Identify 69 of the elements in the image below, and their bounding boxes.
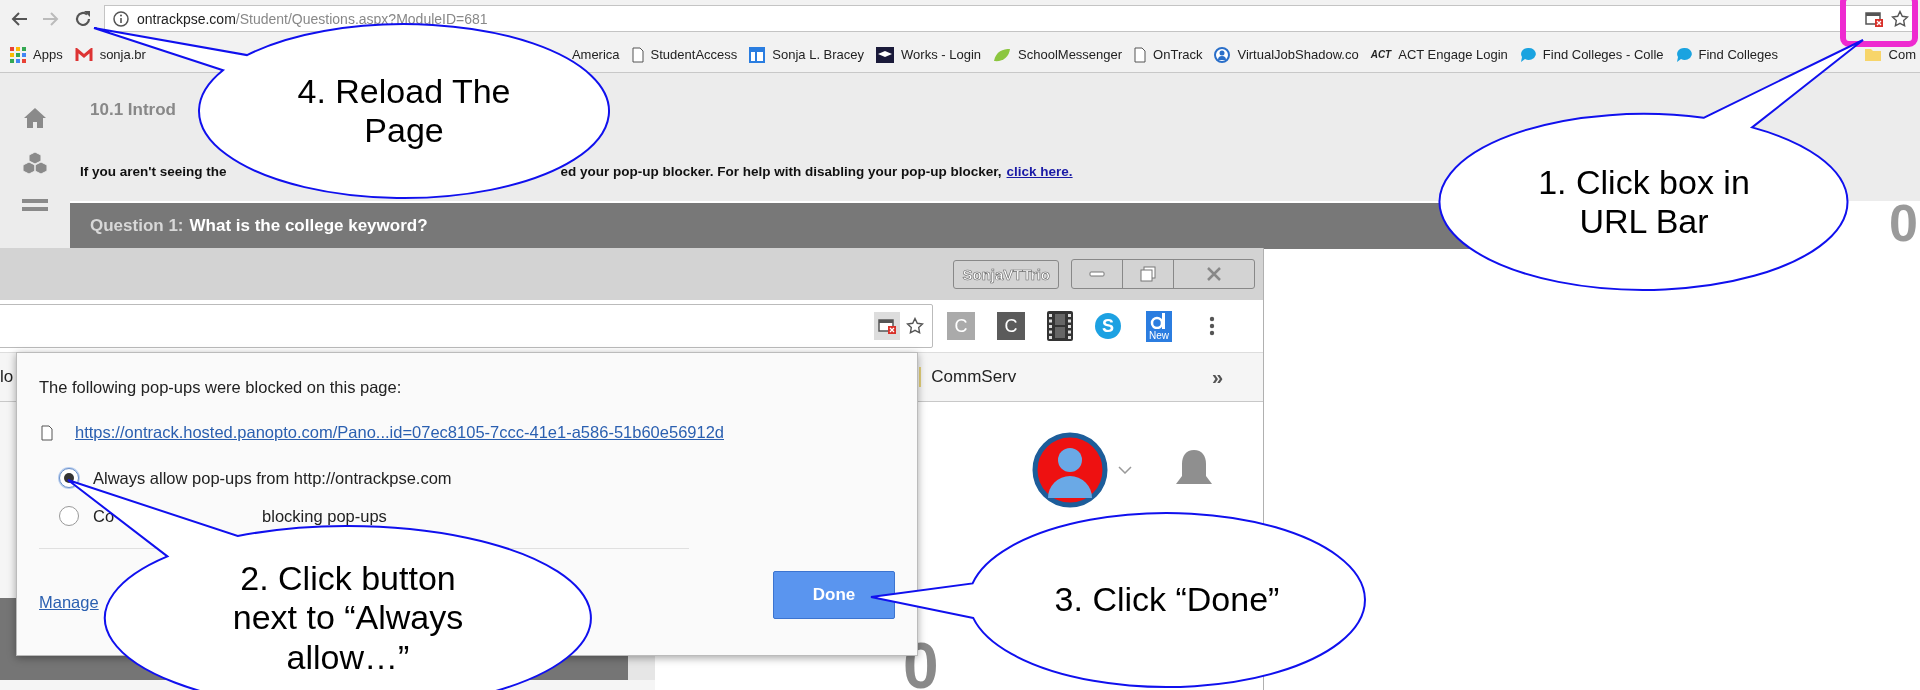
bookmark-link[interactable]: Apps [33, 47, 63, 62]
notice-text: ed your pop-up blocker. For help with disabling your pop-up blocker, [560, 164, 1002, 179]
callout-text: 1. Click box in URL Bar [1537, 162, 1751, 242]
mail-icon [74, 47, 93, 62]
help-link[interactable]: click here. [1006, 164, 1073, 179]
reload-icon [74, 9, 92, 28]
chat-bubble-icon [1675, 46, 1692, 63]
more-menu-icon [1209, 316, 1215, 336]
option-label: blocking pop-ups [262, 506, 387, 526]
window-icon [749, 46, 766, 63]
callout-text: 2. Click button next to “Always allow…” [231, 558, 465, 678]
window-controls[interactable] [1071, 259, 1255, 289]
bookmark-link[interactable]: SchoolMessenger [1018, 47, 1123, 62]
apps-grid-icon [10, 46, 26, 63]
document-icon [1134, 46, 1147, 63]
folder-icon [1863, 47, 1882, 62]
bookmark-link[interactable]: Works - Login [901, 47, 982, 62]
extension-logo-icon [1146, 310, 1172, 329]
bookmark-link[interactable]: America [571, 47, 620, 62]
radio-button[interactable] [59, 506, 79, 526]
more-bookmarks-button[interactable]: » [1211, 365, 1223, 389]
question-label: Question 1: [90, 216, 184, 236]
bookmark-link[interactable]: ACT Engage Login [1398, 47, 1508, 62]
extension-button[interactable]: C [997, 312, 1025, 340]
star-icon [1891, 9, 1909, 28]
chat-bubble-icon [1519, 46, 1536, 63]
popup-blocked-icon [1865, 10, 1883, 27]
bookmark-link[interactable]: Sonja L. Bracey [772, 47, 865, 62]
film-icon [1047, 311, 1073, 341]
bookmark-link[interactable]: VirtualJobShadow.co [1237, 47, 1359, 62]
score-number: 0 [1889, 197, 1918, 249]
leaf-icon [993, 47, 1012, 62]
avatar-icon [1032, 432, 1108, 508]
option-label: Co [93, 506, 115, 526]
profile-button[interactable]: SonjaVTTrio [953, 259, 1059, 289]
logo-text: ACT [1370, 49, 1392, 60]
person-circle-icon [1214, 46, 1231, 63]
bookmark-link[interactable]: Com [1888, 47, 1916, 62]
bookmark-link[interactable]: OnTrack [1153, 47, 1203, 62]
dialog-title: The following pop-ups were blocked on this page: [39, 378, 403, 397]
graduation-cap-icon [876, 46, 895, 63]
notice-text: If you aren't seeing the [80, 164, 227, 179]
manage-link[interactable]: Manage [39, 592, 99, 612]
blocked-popup-link[interactable]: https://ontrack.hosted.panopto.com/Pano...id=07ec8105-7ccc-41e1-a586-51b60e56912d [75, 423, 724, 442]
document-icon [631, 46, 644, 63]
callout-text: 3. Click “Done” [1053, 580, 1281, 620]
popup-blocked-icon [878, 318, 896, 334]
bookmark-link[interactable]: lo [0, 367, 14, 387]
bookmark-link[interactable]: Find Colleges - Colle [1542, 47, 1664, 62]
chevron-down-icon [1118, 466, 1132, 474]
lesson-heading: 10.1 Introd [90, 100, 177, 121]
question-text: What is the college keyword? [189, 216, 428, 236]
back-arrow-icon [10, 10, 28, 27]
bookmark-link[interactable]: sonja.br [99, 47, 146, 62]
document-icon [41, 424, 53, 441]
close-icon [1206, 266, 1222, 282]
home-icon [23, 107, 47, 129]
star-icon [906, 317, 924, 335]
restore-icon [1140, 266, 1156, 282]
forward-arrow-icon [42, 10, 60, 27]
url-field[interactable]: ontrackpse.com/Student/Questions.aspx?ModuleID=681 [104, 5, 1914, 32]
cubes-icon [22, 151, 48, 175]
option-label: Always allow pop-ups from http://ontrackpse.com [93, 468, 452, 488]
bookmark-link[interactable]: Find Colleges [1698, 47, 1778, 62]
list-icon [22, 197, 48, 211]
callout-text: 4. Reload The Page [296, 71, 512, 151]
address-field[interactable] [0, 304, 933, 348]
info-icon [113, 10, 129, 27]
bookmark-link[interactable]: StudentAccess [650, 47, 738, 62]
